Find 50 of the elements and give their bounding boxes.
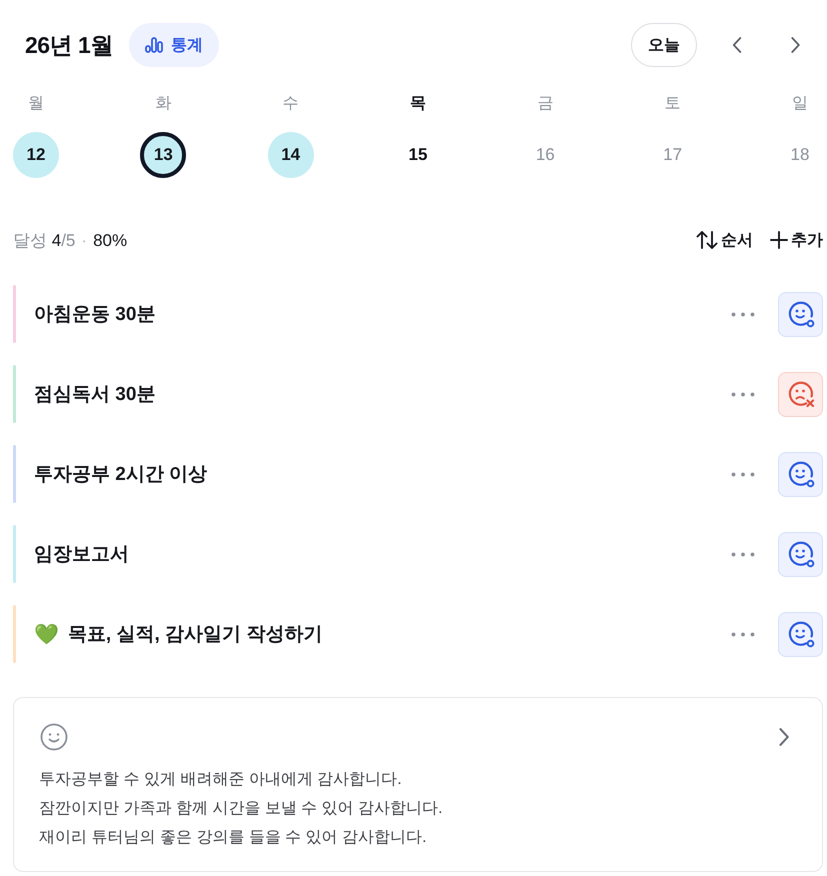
date-button[interactable]: 15 — [394, 132, 441, 178]
date-button[interactable]: 14 — [268, 132, 314, 178]
smiley-icon — [786, 300, 814, 328]
weekday-label: 일 — [792, 94, 808, 114]
chevron-right-icon — [779, 728, 790, 746]
weekday-label: 화 — [155, 94, 172, 114]
weekday-label: 월 — [28, 94, 44, 114]
sad-face-icon — [786, 380, 814, 408]
more-icon — [731, 392, 755, 396]
date-button[interactable]: 12 — [13, 132, 59, 178]
stats-button[interactable]: 통계 — [128, 23, 219, 67]
sort-button[interactable]: 순서 — [696, 230, 753, 250]
add-button[interactable]: 추가 — [770, 230, 823, 250]
chevron-right-icon — [791, 37, 801, 53]
done-status-button[interactable] — [778, 532, 823, 576]
weekday-label: 목 — [410, 94, 426, 114]
open-journal-button[interactable] — [779, 728, 790, 746]
done-status-button[interactable] — [778, 612, 823, 656]
gratitude-card[interactable]: 투자공부할 수 있게 배려해준 아내에게 감사합니다. 잠깐이지만 가족과 함께 시간을 보낼 수 있어 감사합니다. 재이리 튜터님의 좋은 강의를 들을 수 있어 감사합니다. — [13, 697, 823, 872]
gratitude-line: 재이리 튜터님의 좋은 강의를 들을 수 있어 감사합니다. — [39, 828, 427, 848]
weekday-label: 토 — [664, 94, 681, 114]
done-status-button[interactable] — [778, 292, 823, 336]
achievement-summary: 달성 4/5 · 80% — [13, 230, 128, 252]
plus-icon — [770, 231, 788, 249]
today-button[interactable]: 오늘 — [631, 23, 697, 67]
more-icon — [731, 312, 755, 316]
gratitude-line: 잠깐이지만 가족과 함께 시간을 보낼 수 있어 감사합니다. — [39, 799, 443, 819]
smiley-icon — [786, 620, 814, 648]
done-status-button[interactable] — [778, 452, 823, 496]
weekday-label: 수 — [282, 94, 299, 114]
chevron-left-icon — [732, 37, 742, 53]
smiley-icon — [40, 723, 68, 751]
habit-title: 점심독서 30분 — [34, 383, 156, 407]
heart-icon: 💚 — [34, 624, 59, 644]
habit-title: 임장보고서 — [34, 543, 129, 567]
sort-arrows-icon — [696, 231, 718, 249]
month-title: 26년 1월 — [25, 30, 113, 60]
missed-status-button[interactable] — [778, 372, 823, 416]
more-icon — [731, 632, 755, 636]
habit-title: 목표, 실적, 감사일기 작성하기 — [68, 623, 322, 647]
bar-chart-icon — [144, 37, 163, 53]
more-icon — [731, 472, 755, 476]
gratitude-line: 투자공부할 수 있게 배려해준 아내에게 감사합니다. — [39, 770, 402, 790]
smiley-icon — [786, 460, 814, 488]
habit-title: 투자공부 2시간 이상 — [34, 463, 208, 487]
habit-title: 아침운동 30분 — [34, 303, 156, 327]
date-button[interactable]: 13 — [140, 132, 186, 178]
more-icon — [731, 552, 755, 556]
smiley-icon — [786, 540, 814, 568]
weekday-label: 금 — [537, 94, 554, 114]
